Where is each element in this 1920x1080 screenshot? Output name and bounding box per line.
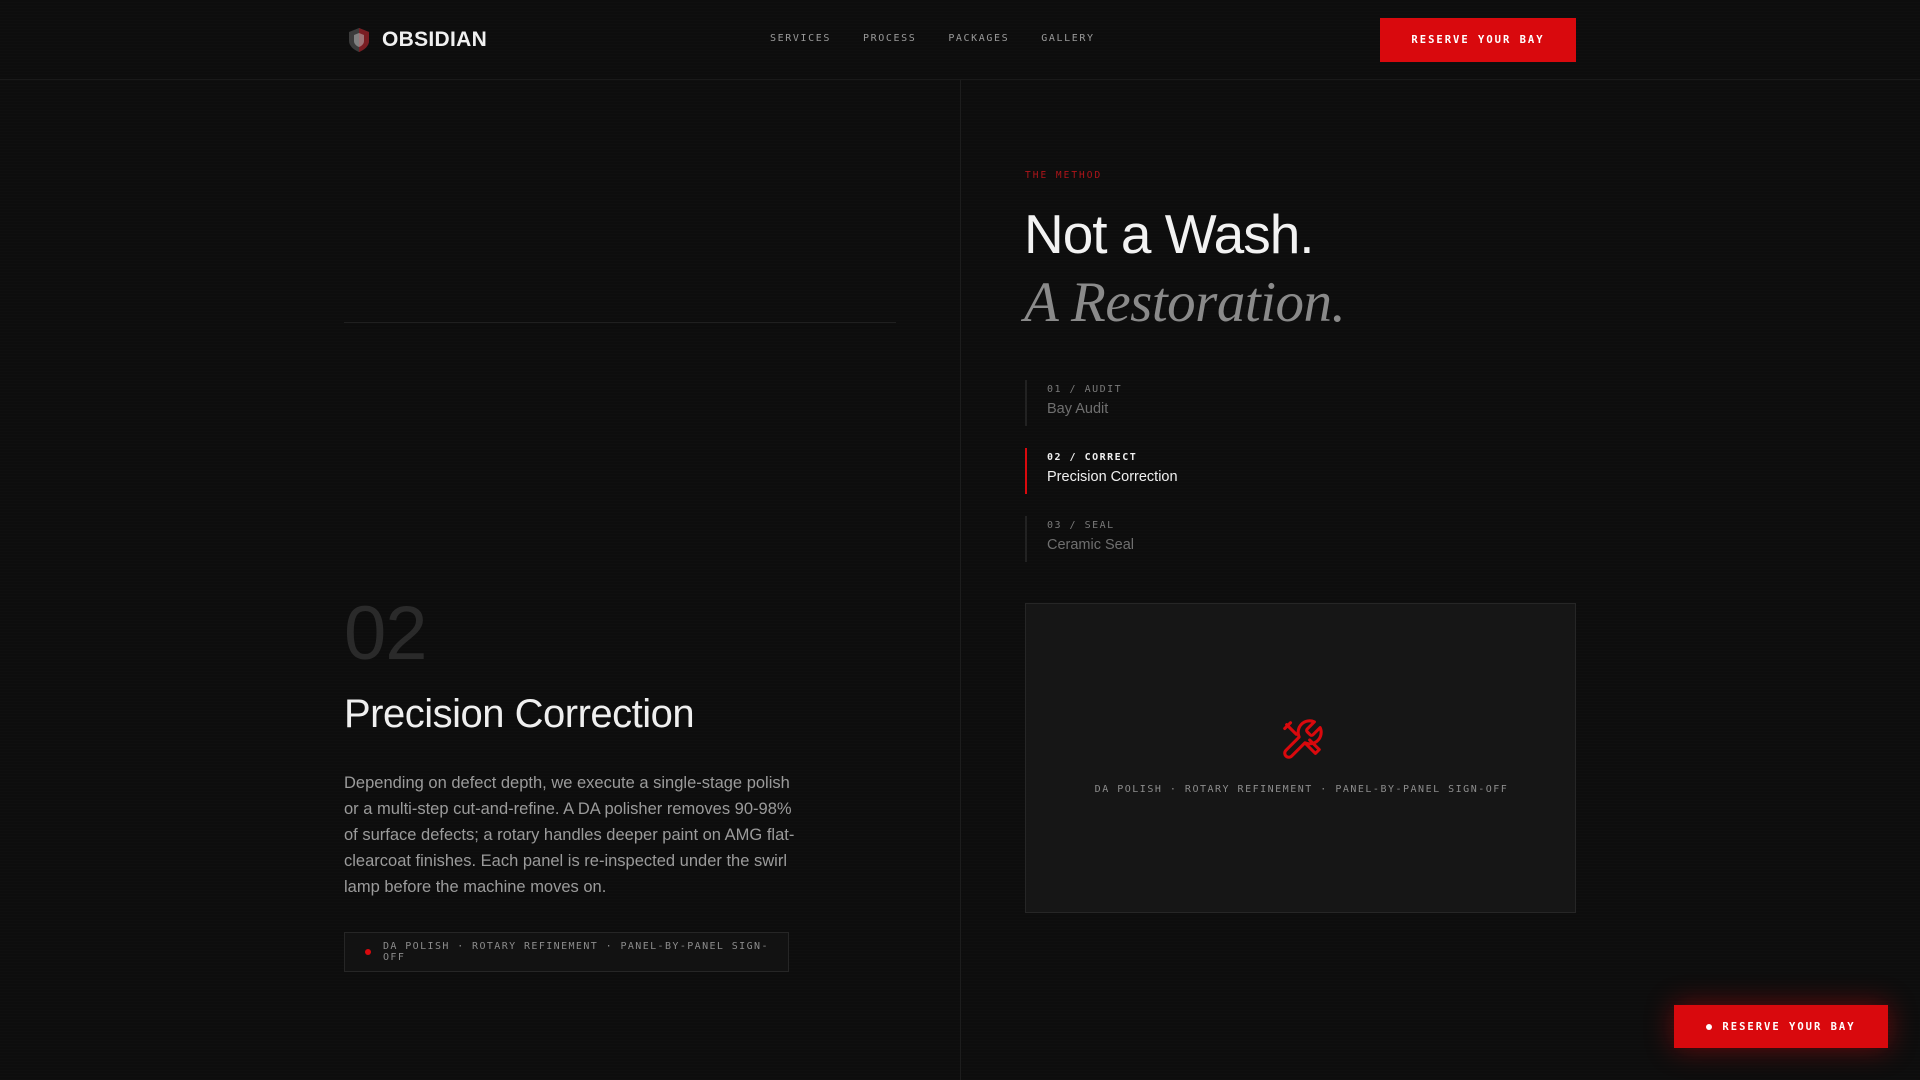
brand-logo[interactable]: OBSIDIAN — [348, 26, 487, 54]
step-tag-strip: DA POLISH · ROTARY REFINEMENT · PANEL-BY… — [344, 932, 789, 972]
step-code: 01 / AUDIT — [1047, 384, 1123, 395]
status-dot-icon — [365, 949, 371, 955]
step-code: 03 / SEAL — [1047, 520, 1115, 531]
floating-reserve-button[interactable]: RESERVE YOUR BAY — [1674, 1005, 1888, 1048]
nav-link-services[interactable]: SERVICES — [770, 33, 831, 44]
step-label: Bay Audit — [1047, 401, 1109, 417]
shield-logo-icon — [349, 28, 369, 52]
step-label: Ceramic Seal — [1047, 537, 1135, 553]
step-title: Precision Correction — [344, 692, 695, 736]
step-label: Precision Correction — [1047, 469, 1178, 485]
section-eyebrow: THE METHOD — [1025, 170, 1103, 181]
step-description: Depending on defect depth, we execute a … — [344, 774, 795, 896]
section-rule — [344, 322, 896, 323]
step-item-audit[interactable]: 01 / AUDIT Bay Audit — [1025, 380, 1178, 426]
tools-icon — [1283, 719, 1323, 759]
cta-dot-icon — [1706, 1023, 1713, 1030]
step-code: 02 / CORRECT — [1047, 452, 1138, 463]
reserve-bay-button[interactable]: RESERVE YOUR BAY — [1380, 18, 1576, 62]
main-nav: SERVICES PROCESS PACKAGES GALLERY — [770, 33, 1095, 44]
step-visual-card: DA POLISH · ROTARY REFINEMENT · PANEL-BY… — [1025, 603, 1576, 913]
headline-primary: Not a Wash. — [1024, 203, 1315, 265]
nav-link-gallery[interactable]: GALLERY — [1041, 33, 1094, 44]
step-item-correct[interactable]: 02 / CORRECT Precision Correction — [1025, 448, 1178, 494]
site-header: OBSIDIAN SERVICES PROCESS PACKAGES GALLE… — [0, 0, 1920, 80]
process-step-list: 01 / AUDIT Bay Audit 02 / CORRECT Precis… — [1025, 380, 1178, 584]
headline-secondary: A Restoration. — [1024, 271, 1346, 334]
column-divider — [960, 80, 961, 1080]
step-tag-text: DA POLISH · ROTARY REFINEMENT · PANEL-BY… — [383, 941, 769, 963]
floating-cta-label: RESERVE YOUR BAY — [1722, 1020, 1856, 1033]
brand-name: OBSIDIAN — [382, 28, 488, 51]
visual-caption: DA POLISH · ROTARY REFINEMENT · PANEL-BY… — [1094, 784, 1509, 795]
step-number: 02 — [344, 591, 428, 676]
nav-link-packages[interactable]: PACKAGES — [948, 33, 1009, 44]
step-item-seal[interactable]: 03 / SEAL Ceramic Seal — [1025, 516, 1178, 562]
nav-link-process[interactable]: PROCESS — [863, 33, 916, 44]
